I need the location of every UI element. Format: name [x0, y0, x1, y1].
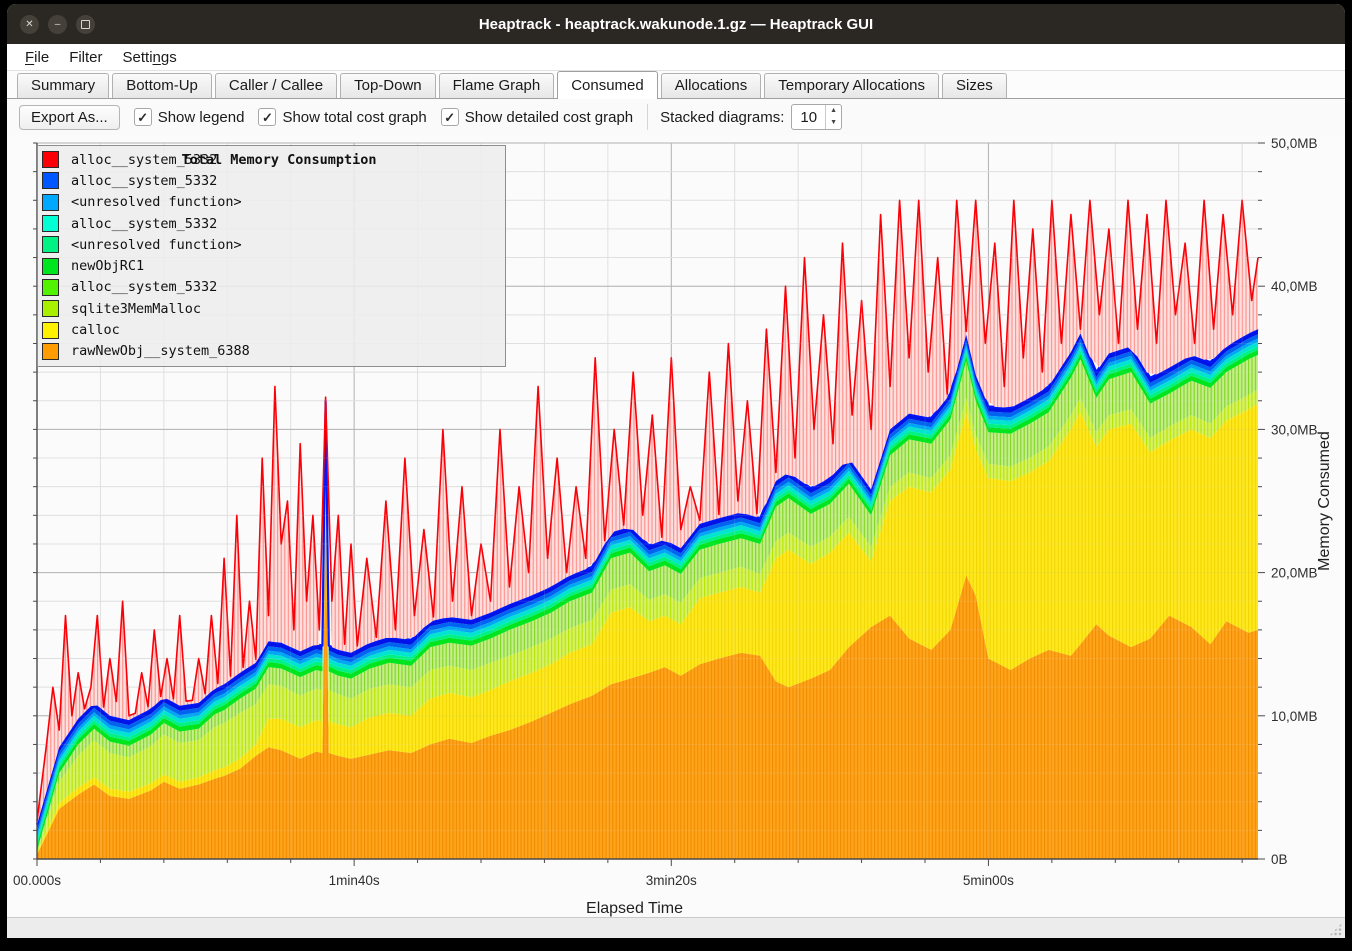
export-as-button[interactable]: Export As... — [19, 105, 120, 130]
tab-allocations[interactable]: Allocations — [661, 73, 762, 98]
svg-text:40,0MB: 40,0MB — [1271, 279, 1318, 294]
legend-label: alloc__system_5332 — [71, 173, 217, 189]
tab-top-down[interactable]: Top-Down — [340, 73, 436, 98]
chart-legend: Total Memory Consumptionalloc__system_53… — [37, 145, 506, 367]
legend-item: alloc__system_5332 — [38, 213, 505, 234]
legend-swatch — [42, 322, 59, 339]
checkbox-label: Show total cost graph — [282, 109, 426, 126]
checkbox-show-legend[interactable]: ✓ Show legend — [134, 108, 245, 126]
checkbox-show-total-cost-graph[interactable]: ✓ Show total cost graph — [258, 108, 426, 126]
legend-label: <unresolved function> — [71, 194, 242, 210]
legend-label: alloc__system_5332 — [71, 152, 217, 168]
status-bar — [7, 917, 1345, 938]
legend-swatch — [42, 151, 59, 168]
legend-item: <unresolved function> — [38, 234, 505, 255]
consumed-chart-area: 0B 10,0MB 20,0MB 30,0MB 40,0MB 50,0MB 00.000s 1… — [7, 135, 1345, 917]
resize-grip-icon[interactable] — [1329, 923, 1342, 936]
legend-item: rawNewObj__system_6388 — [38, 341, 505, 362]
tab-temporary-allocations[interactable]: Temporary Allocations — [764, 73, 939, 98]
stacked-diagrams-value: 10 — [792, 105, 825, 129]
legend-item: alloc__system_5332 — [38, 277, 505, 298]
menu-item-filter[interactable]: Filter — [59, 47, 112, 68]
maximize-icon — [81, 20, 90, 29]
legend-label: calloc — [71, 322, 120, 338]
legend-swatch — [42, 194, 59, 211]
checkbox-box[interactable]: ✓ — [441, 108, 459, 126]
legend-item: alloc__system_5332 — [38, 170, 505, 191]
svg-text:Memory Consumed: Memory Consumed — [1316, 431, 1333, 571]
checkbox-box[interactable]: ✓ — [258, 108, 276, 126]
svg-text:50,0MB: 50,0MB — [1271, 136, 1318, 151]
legend-label: newObjRC1 — [71, 258, 144, 274]
svg-text:Elapsed Time: Elapsed Time — [586, 900, 683, 917]
legend-swatch — [42, 236, 59, 253]
legend-item: calloc — [38, 319, 505, 340]
tab-sizes[interactable]: Sizes — [942, 73, 1007, 98]
legend-item: newObjRC1 — [38, 255, 505, 276]
stacked-diagrams-label: Stacked diagrams: — [660, 109, 784, 126]
checkbox-box[interactable]: ✓ — [134, 108, 152, 126]
checkbox-label: Show legend — [158, 109, 245, 126]
legend-swatch — [42, 258, 59, 275]
legend-label: alloc__system_5332 — [71, 216, 217, 232]
minimize-button[interactable]: – — [48, 15, 67, 34]
svg-text:20,0MB: 20,0MB — [1271, 566, 1318, 581]
stacked-diagrams-spinbox[interactable]: 10 ▲ ▼ — [791, 104, 842, 130]
minimize-icon: – — [55, 19, 61, 30]
close-icon: ✕ — [25, 19, 33, 30]
tab-summary[interactable]: Summary — [17, 73, 109, 98]
tab-consumed[interactable]: Consumed — [557, 71, 658, 99]
maximize-button[interactable] — [76, 15, 95, 34]
legend-swatch — [42, 300, 59, 317]
window-title: Heaptrack - heaptrack.wakunode.1.gz — He… — [7, 16, 1345, 33]
toolbar: Export As... ✓ Show legend ✓ Show total cos… — [7, 99, 1345, 135]
svg-text:0B: 0B — [1271, 852, 1288, 867]
svg-text:5min00s: 5min00s — [963, 873, 1014, 888]
spin-up-icon[interactable]: ▲ — [826, 105, 841, 117]
legend-swatch — [42, 172, 59, 189]
legend-item: alloc__system_5332 — [38, 149, 505, 170]
title-bar[interactable]: ✕ – Heaptrack - heaptrack.wakunode.1.gz … — [7, 4, 1345, 44]
legend-item: sqlite3MemMalloc — [38, 298, 505, 319]
app-window: ✕ – Heaptrack - heaptrack.wakunode.1.gz … — [7, 4, 1345, 938]
legend-swatch — [42, 279, 59, 296]
svg-text:10,0MB: 10,0MB — [1271, 709, 1318, 724]
legend-label: rawNewObj__system_6388 — [71, 343, 250, 359]
menu-bar: FileFilterSettings — [7, 44, 1345, 71]
tab-caller-callee[interactable]: Caller / Callee — [215, 73, 337, 98]
checkbox-label: Show detailed cost graph — [465, 109, 633, 126]
tab-bar: SummaryBottom-UpCaller / CalleeTop-DownF… — [7, 71, 1345, 99]
spinbox-arrows[interactable]: ▲ ▼ — [825, 105, 841, 129]
svg-text:3min20s: 3min20s — [646, 873, 697, 888]
legend-swatch — [42, 215, 59, 232]
tab-flame-graph[interactable]: Flame Graph — [439, 73, 555, 98]
svg-text:00.000s: 00.000s — [13, 873, 61, 888]
legend-label: alloc__system_5332 — [71, 279, 217, 295]
legend-label: <unresolved function> — [71, 237, 242, 253]
close-button[interactable]: ✕ — [20, 15, 39, 34]
tab-bottom-up[interactable]: Bottom-Up — [112, 73, 212, 98]
svg-text:30,0MB: 30,0MB — [1271, 422, 1318, 437]
legend-swatch — [42, 343, 59, 360]
spin-down-icon[interactable]: ▼ — [826, 117, 841, 129]
svg-text:1min40s: 1min40s — [329, 873, 380, 888]
legend-item: <unresolved function> — [38, 192, 505, 213]
legend-label: sqlite3MemMalloc — [71, 301, 201, 317]
checkbox-show-detailed-cost-graph[interactable]: ✓ Show detailed cost graph — [441, 108, 633, 126]
menu-item-file[interactable]: File — [15, 47, 59, 68]
menu-item-settings[interactable]: Settings — [113, 47, 187, 68]
